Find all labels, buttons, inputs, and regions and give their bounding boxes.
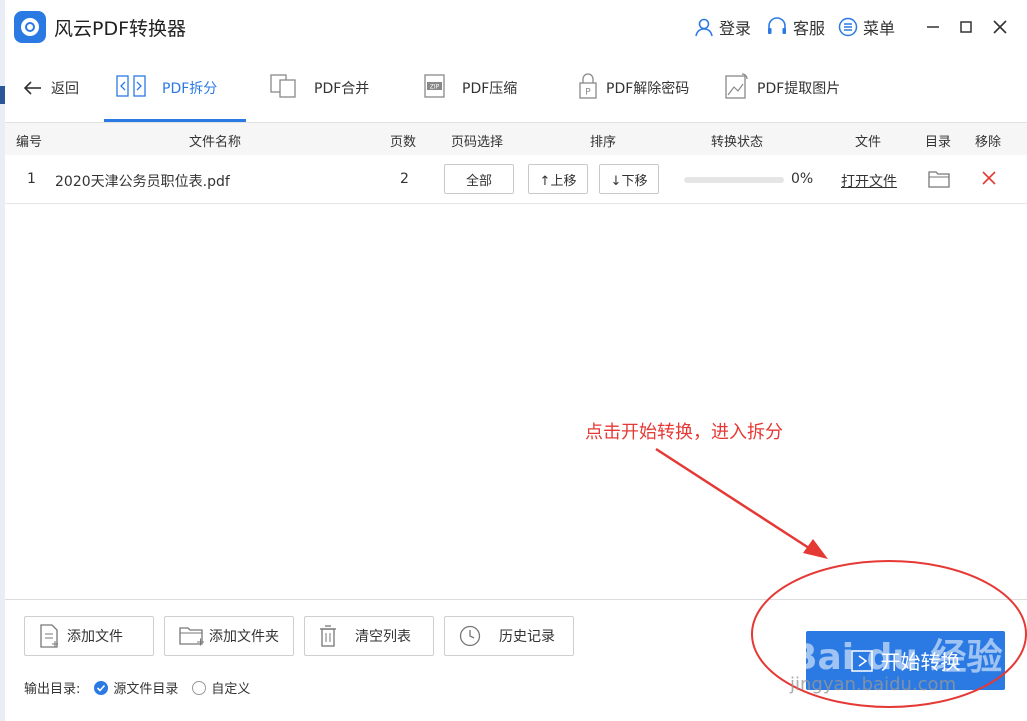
add-folder-icon	[179, 625, 205, 647]
tab-label: PDF拆分	[162, 81, 218, 97]
add-file-button[interactable]: 添加文件	[24, 616, 154, 656]
annotation-text: 点击开始转换，进入拆分	[585, 422, 783, 443]
close-icon	[993, 20, 1007, 34]
tab-pdf-split[interactable]: PDF拆分	[116, 54, 217, 122]
start-label: 开始转换	[880, 650, 961, 674]
move-down-button[interactable]: ↓下移	[599, 164, 659, 194]
tool-nav: 返回 PDF拆分 PDF合并 ZIP PDF压缩 P PDF解除密码 PDF提取…	[5, 54, 1027, 123]
add-file-icon	[39, 624, 59, 648]
row-pages: 2	[400, 171, 409, 187]
back-label: 返回	[51, 81, 79, 97]
login-label: 登录	[719, 19, 752, 38]
headset-icon	[768, 17, 786, 34]
tab-label: PDF压缩	[462, 81, 518, 97]
tab-label: PDF解除密码	[606, 81, 690, 97]
image-icon	[725, 73, 749, 103]
app-title: 风云PDF转换器	[54, 18, 187, 40]
trash-icon	[319, 625, 337, 647]
menu-button[interactable]: 菜单	[838, 16, 895, 38]
svg-text:ZIP: ZIP	[430, 84, 440, 91]
history-button[interactable]: 历史记录	[444, 616, 574, 656]
back-button[interactable]: 返回	[23, 54, 79, 122]
col-dir: 目录	[925, 135, 952, 150]
row-filename: 2020天津公务员职位表.pdf	[55, 174, 230, 190]
menu-icon	[838, 17, 858, 37]
table-row: 1 2020天津公务员职位表.pdf 2 全部 ↑上移 ↓下移 0% 打开文件	[5, 155, 1027, 204]
clear-list-label: 清空列表	[355, 629, 411, 645]
row-index: 1	[27, 171, 36, 187]
progress-percent: 0%	[791, 171, 814, 187]
checkmark-icon	[94, 680, 109, 695]
maximize-button[interactable]	[955, 16, 977, 38]
svg-text:P: P	[585, 88, 591, 98]
merge-icon	[270, 74, 298, 102]
zip-icon: ZIP	[424, 74, 446, 102]
output-directory-row: 输出目录: 源文件目录 自定义	[24, 678, 250, 697]
output-custom-label: 自定义	[211, 682, 251, 697]
add-folder-button[interactable]: 添加文件夹	[164, 616, 294, 656]
page-select-button[interactable]: 全部	[444, 164, 514, 194]
col-file: 文件	[855, 135, 882, 150]
radio-empty-icon	[192, 680, 207, 695]
title-bar: 风云PDF转换器 登录 客服 菜单	[5, 0, 1027, 54]
add-folder-label: 添加文件夹	[209, 629, 279, 645]
minimize-icon	[927, 26, 939, 28]
start-icon	[850, 649, 873, 672]
folder-icon[interactable]	[928, 169, 950, 193]
col-order: 排序	[590, 135, 617, 150]
tab-label: PDF合并	[314, 81, 370, 97]
start-conversion-button[interactable]: 开始转换	[806, 631, 1005, 690]
open-file-link[interactable]: 打开文件	[841, 171, 897, 191]
clock-icon	[459, 625, 481, 647]
close-button[interactable]	[989, 16, 1011, 38]
support-button[interactable]: 客服	[766, 16, 825, 38]
col-page-select: 页码选择	[451, 135, 504, 150]
file-table-header: 编号 文件名称 页数 页码选择 排序 转换状态 文件 目录 移除	[5, 123, 1027, 155]
unlock-icon: P	[578, 73, 598, 103]
col-status: 转换状态	[711, 135, 764, 150]
tab-pdf-unlock[interactable]: P PDF解除密码	[578, 54, 689, 122]
user-icon	[695, 18, 713, 37]
tab-label: PDF提取图片	[757, 81, 841, 97]
history-label: 历史记录	[499, 629, 555, 645]
output-custom-radio[interactable]: 自定义	[192, 678, 250, 697]
active-tab-indicator	[104, 119, 246, 122]
output-label: 输出目录:	[24, 682, 81, 697]
file-list-area	[5, 204, 1027, 599]
tab-pdf-extract-images[interactable]: PDF提取图片	[725, 54, 840, 122]
minimize-button[interactable]	[922, 16, 944, 38]
remove-icon[interactable]	[982, 171, 996, 189]
login-button[interactable]: 登录	[694, 16, 751, 38]
move-up-button[interactable]: ↑上移	[528, 164, 588, 194]
col-remove: 移除	[975, 135, 1002, 150]
arrow-left-icon	[23, 81, 41, 95]
split-icon	[116, 75, 146, 101]
footer-toolbar: 添加文件 添加文件夹 清空列表 历史记录 输出目录: 源文件目录 自定义 开始转…	[5, 599, 1027, 721]
col-pages: 页数	[390, 135, 417, 150]
output-source-label: 源文件目录	[113, 682, 179, 697]
add-file-label: 添加文件	[67, 629, 123, 645]
menu-label: 菜单	[863, 19, 896, 38]
maximize-icon	[960, 21, 972, 33]
col-index: 编号	[16, 135, 43, 150]
support-label: 客服	[793, 19, 826, 38]
tab-pdf-merge[interactable]: PDF合并	[270, 54, 369, 122]
conversion-progress-bar	[684, 177, 784, 183]
app-logo-icon	[14, 11, 46, 43]
tab-pdf-compress[interactable]: ZIP PDF压缩	[424, 54, 517, 122]
col-filename: 文件名称	[189, 135, 242, 150]
clear-list-button[interactable]: 清空列表	[304, 616, 434, 656]
output-source-radio[interactable]: 源文件目录	[94, 678, 178, 697]
